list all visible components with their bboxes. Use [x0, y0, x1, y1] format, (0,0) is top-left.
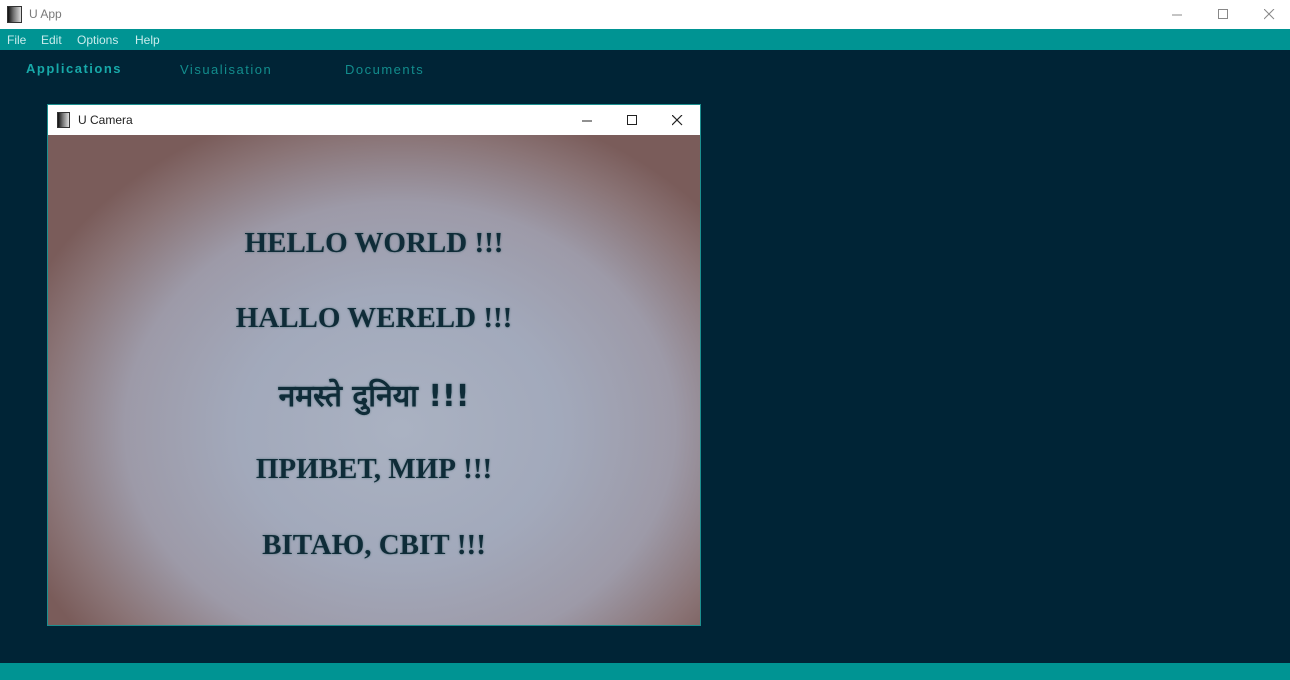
- minimize-button[interactable]: [1154, 0, 1200, 29]
- camera-feed: HELLO WORLD !!! HALLO WERELD !!! नमस्ते …: [48, 135, 700, 625]
- feed-text-dutch: HALLO WERELD !!!: [235, 302, 513, 334]
- tab-bar: Applications Visualisation Documents: [0, 50, 1290, 90]
- camera-window: U Camera HELLO WORLD !!! HALLO WERELD !!…: [47, 104, 701, 626]
- tab-visualisation[interactable]: Visualisation: [180, 62, 272, 77]
- maximize-icon: [626, 114, 637, 125]
- status-bar: [0, 663, 1290, 680]
- close-button[interactable]: [1246, 0, 1290, 29]
- maximize-button[interactable]: [1200, 0, 1246, 29]
- camera-title: U Camera: [78, 113, 133, 127]
- tab-applications[interactable]: Applications: [26, 61, 122, 76]
- camera-close-button[interactable]: [654, 105, 700, 135]
- close-icon: [671, 114, 682, 125]
- camera-app-icon: [57, 112, 70, 128]
- feed-text-ukrainian: ВІТАЮ, СВІТ !!!: [262, 529, 486, 561]
- close-icon: [1263, 9, 1274, 20]
- feed-text-english: HELLO WORLD !!!: [244, 227, 504, 259]
- maximize-icon: [1217, 9, 1228, 19]
- camera-titlebar: U Camera: [48, 105, 700, 135]
- menu-bar: File Edit Options Help: [0, 29, 1290, 50]
- tab-documents[interactable]: Documents: [345, 62, 424, 77]
- feed-text-hindi: नमस्ते दुनिया !!!: [278, 379, 470, 414]
- app-titlebar: U App: [0, 0, 1290, 29]
- menu-options[interactable]: Options: [77, 33, 118, 47]
- app-icon: [7, 6, 22, 23]
- camera-maximize-button[interactable]: [609, 105, 655, 135]
- camera-minimize-button[interactable]: [564, 105, 610, 135]
- feed-text-russian: ПРИВЕТ, МИР !!!: [255, 453, 493, 485]
- app-title: U App: [29, 7, 62, 21]
- minimize-icon: [1171, 14, 1182, 16]
- menu-edit[interactable]: Edit: [41, 33, 62, 47]
- menu-file[interactable]: File: [7, 33, 26, 47]
- menu-help[interactable]: Help: [135, 33, 160, 47]
- minimize-icon: [581, 120, 592, 121]
